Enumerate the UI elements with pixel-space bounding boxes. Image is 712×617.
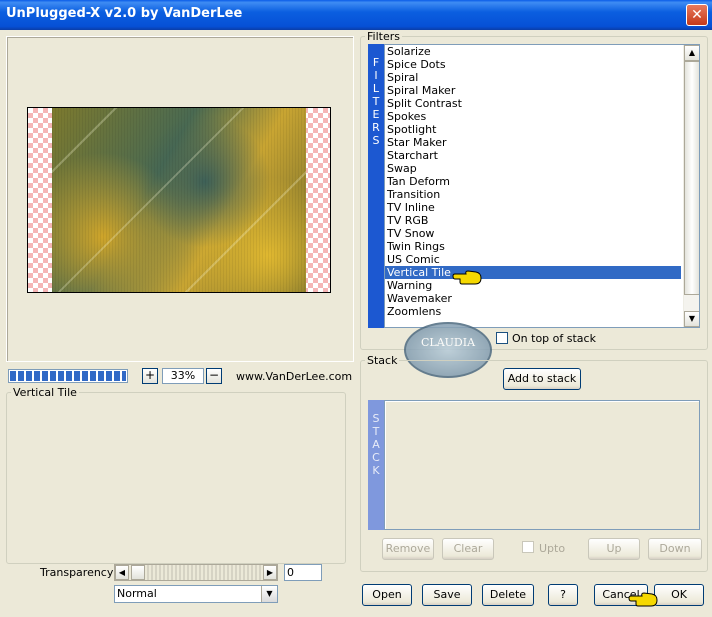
upto-label: Upto bbox=[539, 542, 566, 555]
chevron-down-icon[interactable]: ▼ bbox=[261, 586, 277, 602]
delete-button[interactable]: Delete bbox=[482, 584, 534, 606]
filter-list-item[interactable]: Zoomlens bbox=[385, 305, 681, 318]
filter-list-item[interactable]: TV Inline bbox=[385, 201, 681, 214]
watermark-text: CLAUDIA bbox=[420, 336, 476, 349]
zoom-in-button[interactable]: + bbox=[142, 368, 158, 384]
title-bar: UnPlugged-X v2.0 by VanDerLee ✕ bbox=[0, 0, 712, 30]
pointing-hand-icon bbox=[452, 270, 482, 285]
website-link[interactable]: www.VanDerLee.com bbox=[236, 370, 352, 383]
filter-list-item[interactable]: Solarize bbox=[385, 45, 681, 58]
filter-list-item[interactable]: Spokes bbox=[385, 110, 681, 123]
on-top-of-stack-label: On top of stack bbox=[512, 332, 596, 345]
stack-side-bar: S T A C K bbox=[368, 400, 384, 530]
open-button[interactable]: Open bbox=[362, 584, 412, 606]
filters-side-letter: E bbox=[372, 108, 380, 121]
pointing-hand-icon bbox=[628, 592, 658, 607]
filter-list-item[interactable]: Spiral Maker bbox=[385, 84, 681, 97]
filter-list-item[interactable]: Tan Deform bbox=[385, 175, 681, 188]
clear-button[interactable]: Clear bbox=[442, 538, 494, 560]
filters-side-letter: R bbox=[372, 121, 380, 134]
filter-list-item[interactable]: Split Contrast bbox=[385, 97, 681, 110]
filter-list-item[interactable]: Swap bbox=[385, 162, 681, 175]
filter-list-item[interactable]: Transition bbox=[385, 188, 681, 201]
filter-list-scrollbar[interactable]: ▲ ▼ bbox=[683, 45, 699, 327]
filters-side-bar: F I L T E R S bbox=[368, 44, 384, 328]
stack-group-label: Stack bbox=[365, 354, 400, 367]
stack-side-letter: C bbox=[372, 451, 380, 464]
zoom-out-button[interactable]: − bbox=[206, 368, 222, 384]
filters-side-letter: F bbox=[372, 56, 380, 69]
filter-list-item[interactable]: Vertical Tile bbox=[385, 266, 681, 279]
preview-pane[interactable] bbox=[6, 36, 354, 362]
ok-button[interactable]: OK bbox=[654, 584, 704, 606]
stack-list[interactable] bbox=[384, 400, 700, 530]
parameters-group-label: Vertical Tile bbox=[11, 386, 79, 399]
down-button[interactable]: Down bbox=[648, 538, 702, 560]
filter-list-item[interactable]: TV Snow bbox=[385, 227, 681, 240]
filter-list[interactable]: Solarize Spice Dots Spiral Spiral Maker Spli… bbox=[384, 44, 700, 328]
filter-list-item[interactable]: Spotlight bbox=[385, 123, 681, 136]
preview-image bbox=[52, 108, 306, 292]
filter-list-item[interactable]: Spiral bbox=[385, 71, 681, 84]
up-button[interactable]: Up bbox=[588, 538, 640, 560]
transparency-label: Transparency bbox=[40, 566, 114, 579]
window-title: UnPlugged-X v2.0 by VanDerLee bbox=[6, 6, 243, 21]
slider-right-arrow-icon[interactable]: ▶ bbox=[263, 565, 277, 580]
filter-list-item[interactable]: Starchart bbox=[385, 149, 681, 162]
filters-side-letter: S bbox=[372, 134, 380, 147]
zoom-level: 33% bbox=[162, 368, 204, 384]
filter-list-item[interactable]: Spice Dots bbox=[385, 58, 681, 71]
add-to-stack-button[interactable]: Add to stack bbox=[503, 368, 581, 390]
help-button[interactable]: ? bbox=[548, 584, 578, 606]
stack-side-letter: S bbox=[372, 412, 380, 425]
close-button[interactable]: ✕ bbox=[686, 4, 708, 26]
filter-list-item[interactable]: Wavemaker bbox=[385, 292, 681, 305]
scroll-up-icon[interactable]: ▲ bbox=[684, 45, 699, 61]
scroll-thumb[interactable] bbox=[684, 61, 699, 295]
stack-side-letter: A bbox=[372, 438, 380, 451]
filters-side-letter: T bbox=[372, 95, 380, 108]
parameters-group: Vertical Tile bbox=[6, 386, 346, 564]
filters-side-letter: I bbox=[374, 69, 378, 82]
filter-list-item[interactable]: TV RGB bbox=[385, 214, 681, 227]
filter-list-item[interactable]: Twin Rings bbox=[385, 240, 681, 253]
blend-mode-value: Normal bbox=[117, 587, 157, 600]
blend-mode-select[interactable]: Normal ▼ bbox=[114, 585, 278, 603]
filter-list-item[interactable]: Star Maker bbox=[385, 136, 681, 149]
slider-thumb[interactable] bbox=[131, 565, 145, 580]
filter-list-item[interactable]: US Comic bbox=[385, 253, 681, 266]
on-top-of-stack-checkbox[interactable] bbox=[496, 332, 508, 344]
filters-side-letter: L bbox=[372, 82, 380, 95]
scroll-down-icon[interactable]: ▼ bbox=[684, 311, 699, 327]
preview-canvas bbox=[27, 107, 331, 293]
upto-checkbox[interactable] bbox=[522, 541, 534, 553]
progress-fill bbox=[10, 371, 126, 381]
save-button[interactable]: Save bbox=[422, 584, 472, 606]
remove-button[interactable]: Remove bbox=[382, 538, 434, 560]
dialog-body: + 33% − www.VanDerLee.com Vertical Tile … bbox=[0, 30, 712, 617]
filters-group-label: Filters bbox=[365, 30, 402, 43]
render-progress-bar bbox=[8, 369, 128, 383]
stack-side-letter: K bbox=[372, 464, 380, 477]
transparency-input[interactable]: 0 bbox=[284, 564, 322, 581]
slider-left-arrow-icon[interactable]: ◀ bbox=[115, 565, 129, 580]
stack-side-letter: T bbox=[372, 425, 380, 438]
filter-list-item[interactable]: Warning bbox=[385, 279, 681, 292]
transparency-slider[interactable]: ◀ ▶ bbox=[114, 564, 278, 581]
